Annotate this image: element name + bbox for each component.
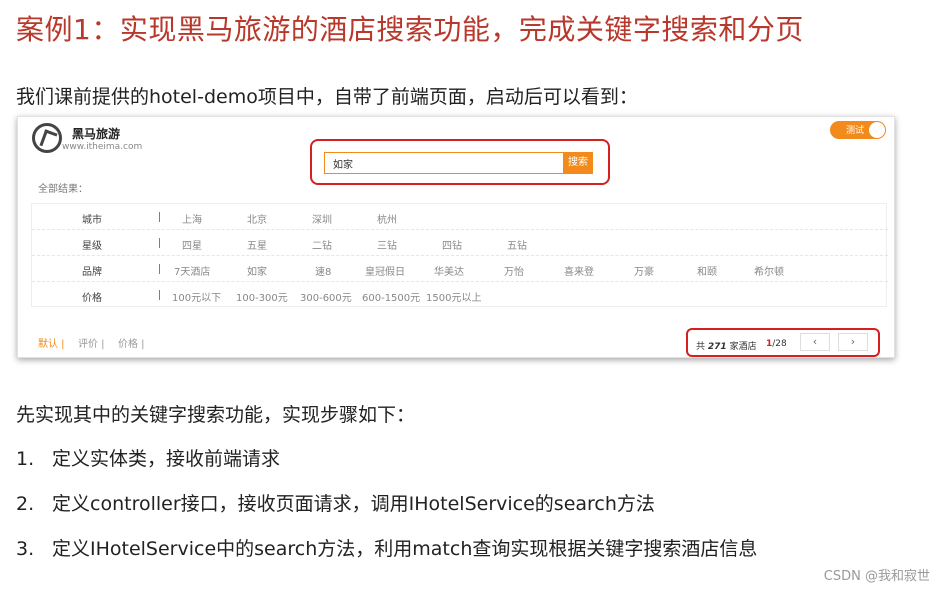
step-item: 3. 定义IHotelService中的search方法，利用match查询实现根…	[16, 534, 757, 561]
filter-row-brand: 品牌 7天酒店 如家 速8 皇冠假日 华美达 万怡 喜来登 万豪 和颐 希尔顿	[32, 256, 888, 282]
search-input-value: 如家	[333, 160, 353, 171]
filter-option[interactable]: 速8	[315, 263, 331, 278]
divider	[159, 290, 160, 300]
page-indicator: 1/28	[766, 339, 787, 349]
intro-text: 我们课前提供的hotel-demo项目中，自带了前端页面，启动后可以看到：	[16, 86, 638, 108]
brand-name: 黑马旅游	[72, 127, 121, 141]
search-button[interactable]: 搜索	[563, 152, 593, 174]
filter-option[interactable]: 五钻	[507, 237, 527, 252]
filter-option[interactable]: 1500元以上	[426, 289, 481, 304]
step-text: 定义实体类，接收前端请求	[52, 448, 281, 470]
filter-label: 星级	[82, 241, 102, 252]
filter-option[interactable]: 华美达	[434, 263, 464, 278]
filter-row-price: 价格 100元以下 100-300元 300-600元 600-1500元 15…	[32, 282, 888, 308]
filter-option[interactable]: 二钻	[312, 237, 332, 252]
divider	[159, 264, 160, 274]
filter-option[interactable]: 三钻	[377, 237, 397, 252]
filter-option[interactable]: 深圳	[312, 211, 332, 226]
filter-option[interactable]: 杭州	[377, 211, 397, 226]
total-suffix: 家酒店	[729, 342, 757, 352]
filter-option[interactable]: 万怡	[504, 263, 524, 278]
step-number: 3.	[16, 538, 35, 560]
filter-option[interactable]: 北京	[247, 211, 267, 226]
divider	[159, 212, 160, 222]
toggle-label: 测试	[846, 126, 865, 136]
sort-rating[interactable]: 评价 |	[78, 335, 105, 350]
slide-title: 案例1：实现黑马旅游的酒店搜索功能，完成关键字搜索和分页	[16, 13, 804, 46]
step-item: 2. 定义controller接口，接收页面请求，调用IHotelService的…	[16, 489, 655, 516]
filter-option[interactable]: 7天酒店	[174, 263, 210, 278]
total-count: 共 271 家酒店	[696, 339, 757, 352]
sort-default[interactable]: 默认 |	[38, 335, 65, 350]
filter-option[interactable]: 600-1500元	[362, 289, 420, 304]
logo-icon	[32, 123, 62, 153]
step-text: 定义controller接口，接收页面请求，调用IHotelService的se…	[52, 493, 655, 515]
filter-option[interactable]: 喜来登	[564, 263, 594, 278]
search-input[interactable]: 如家	[324, 152, 568, 174]
filter-option[interactable]: 和颐	[697, 263, 717, 278]
total-number: 271	[707, 342, 727, 352]
next-page-button[interactable]: ›	[838, 333, 868, 351]
divider	[159, 238, 160, 248]
filter-label: 城市	[82, 215, 102, 226]
filter-option[interactable]: 四星	[182, 237, 202, 252]
all-results-label: 全部结果：	[38, 184, 88, 195]
total-pages: /28	[772, 339, 787, 349]
filter-option[interactable]: 皇冠假日	[365, 263, 405, 278]
app-screenshot: 黑马旅游 www.itheima.com 测试 如家 搜索 全部结果： 城市 上…	[17, 116, 895, 358]
filter-option[interactable]: 100元以下	[172, 289, 221, 304]
filter-row-city: 城市 上海 北京 深圳 杭州	[32, 204, 888, 230]
filter-option[interactable]: 希尔顿	[754, 263, 784, 278]
filter-option[interactable]: 300-600元	[300, 289, 352, 304]
filter-option[interactable]: 四钻	[442, 237, 462, 252]
toggle-knob	[869, 122, 885, 138]
filter-option[interactable]: 万豪	[634, 263, 654, 278]
filter-label: 品牌	[82, 267, 102, 278]
filter-option[interactable]: 100-300元	[236, 289, 288, 304]
watermark: CSDN @我和寂世	[823, 569, 930, 584]
env-toggle[interactable]: 测试	[830, 121, 886, 139]
sub-heading: 先实现其中的关键字搜索功能，实现步骤如下：	[16, 404, 416, 426]
filter-option[interactable]: 如家	[247, 263, 267, 278]
filter-option[interactable]: 五星	[247, 237, 267, 252]
filter-panel: 城市 上海 北京 深圳 杭州 星级 四星 五星 二钻 三钻 四钻 五钻 品牌 7…	[31, 203, 888, 308]
step-number: 1.	[16, 448, 35, 470]
prev-page-button[interactable]: ‹	[800, 333, 830, 351]
step-item: 1. 定义实体类，接收前端请求	[16, 444, 280, 471]
filter-option[interactable]: 上海	[182, 211, 202, 226]
total-prefix: 共	[696, 342, 706, 352]
filter-label: 价格	[82, 293, 102, 304]
step-text: 定义IHotelService中的search方法，利用match查询实现根据关…	[52, 538, 758, 560]
sort-price[interactable]: 价格 |	[118, 335, 145, 350]
step-number: 2.	[16, 493, 35, 515]
brand-url: www.itheima.com	[62, 142, 143, 152]
filter-row-star: 星级 四星 五星 二钻 三钻 四钻 五钻	[32, 230, 888, 256]
